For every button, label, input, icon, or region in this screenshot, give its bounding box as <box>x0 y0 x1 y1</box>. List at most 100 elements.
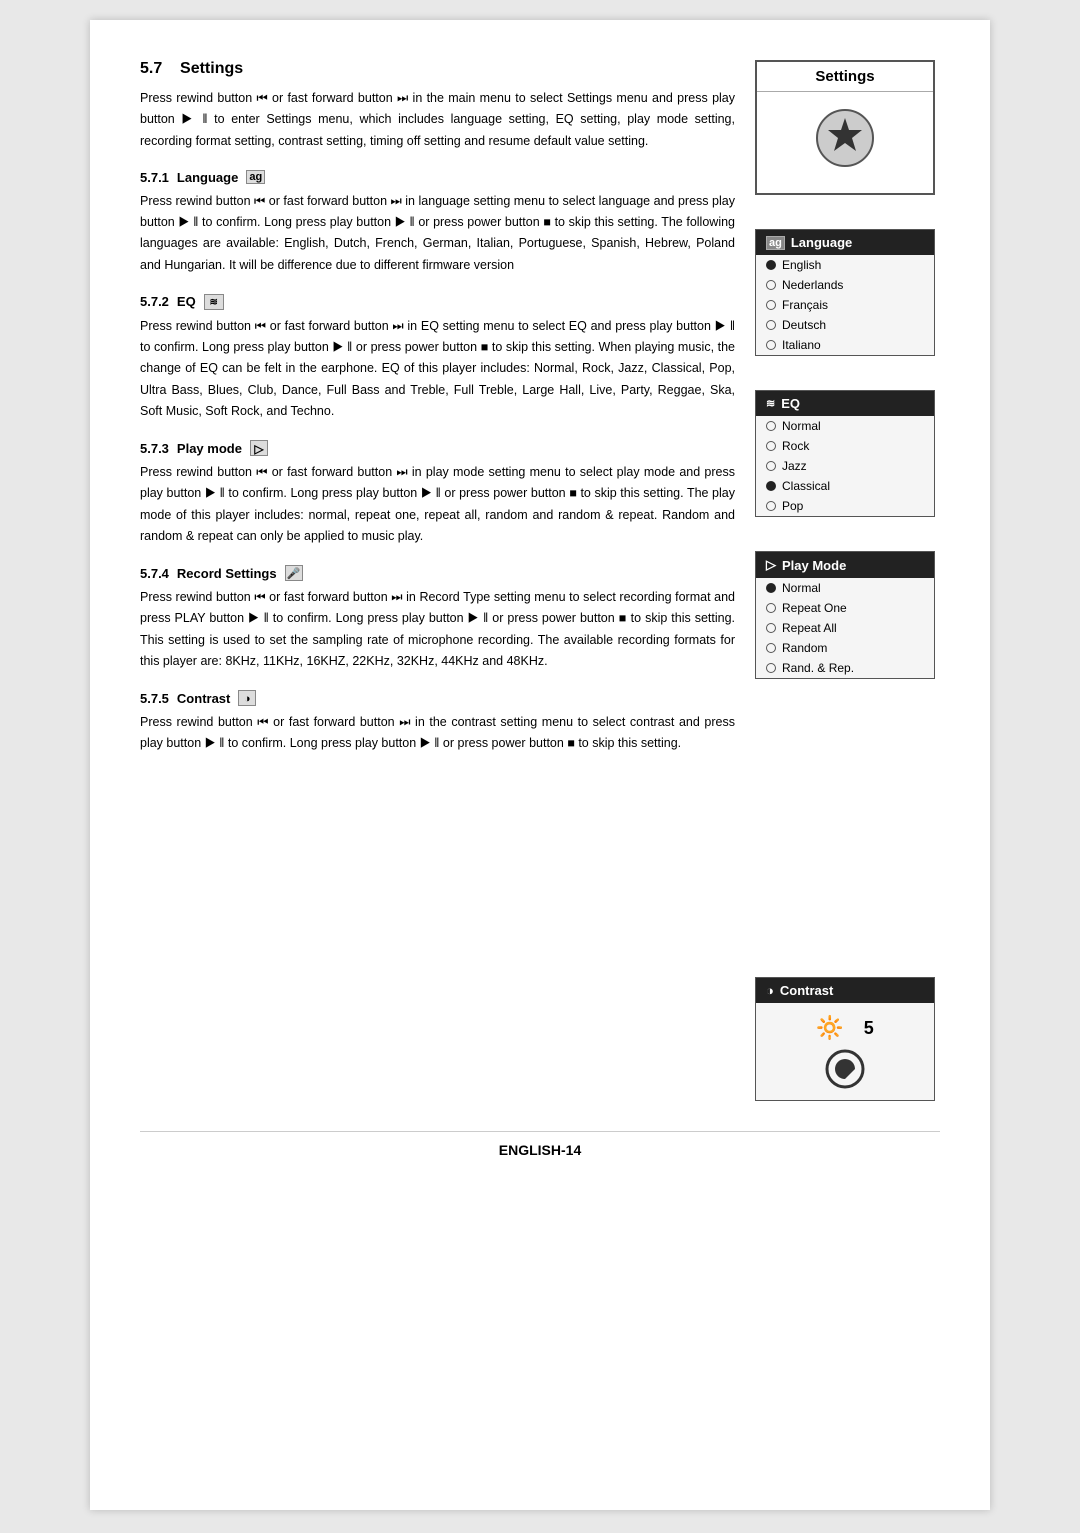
language-header-icon: ag <box>766 236 785 250</box>
right-column: Settings ag Language Engl <box>755 60 940 1101</box>
section-intro: Press rewind button ⏮ or fast forward bu… <box>140 88 735 152</box>
subsection-label-playmode: Play mode <box>177 441 242 456</box>
playmode-item-3: Random <box>756 638 934 658</box>
section-title: 5.7 Settings <box>140 60 735 78</box>
language-item-0: English <box>756 255 934 275</box>
eq-item-2: Jazz <box>756 456 934 476</box>
subsection-num-playmode: 5.7.3 <box>140 441 169 456</box>
section-5-7-1: 5.7.1 Language ag Press rewind button ⏮ … <box>140 170 735 276</box>
eq-label-3: Classical <box>782 479 830 493</box>
playmode-panel: ▷ Play Mode Normal Repeat One Repeat All <box>755 551 935 679</box>
playmode-icon: ▷ <box>250 440 268 456</box>
section-5-7-5: 5.7.5 Contrast ◑ Press rewind button ⏮ o… <box>140 690 735 755</box>
section-5-7-2: 5.7.2 EQ ≋ Press rewind button ⏮ or fast… <box>140 294 735 422</box>
radio-normal-play <box>766 583 776 593</box>
subsection-text-playmode: Press rewind button ⏮ or fast forward bu… <box>140 462 735 547</box>
section-5-7-4: 5.7.4 Record Settings 🎤 Press rewind but… <box>140 565 735 672</box>
settings-panel: Settings <box>755 60 935 195</box>
eq-panel-header: ≋ EQ <box>756 391 934 416</box>
language-label-1: Nederlands <box>782 278 843 292</box>
subsection-label-eq: EQ <box>177 294 196 309</box>
subsection-title-eq: 5.7.2 EQ ≋ <box>140 294 735 310</box>
radio-rock <box>766 441 776 451</box>
radio-nederlands <box>766 280 776 290</box>
footer-text: ENGLISH-14 <box>499 1142 581 1158</box>
radio-classical <box>766 481 776 491</box>
language-icon: ag <box>246 170 265 184</box>
radio-italiano <box>766 340 776 350</box>
subsection-label-contrast: Contrast <box>177 691 230 706</box>
contrast-value: 5 <box>864 1018 874 1039</box>
language-panel-title: Language <box>791 235 852 250</box>
subsection-label-language: Language <box>177 170 238 185</box>
subsection-text-eq: Press rewind button ⏮ or fast forward bu… <box>140 316 735 422</box>
playmode-panel-header: ▷ Play Mode <box>756 552 934 578</box>
language-item-4: Italiano <box>756 335 934 355</box>
radio-repeat-all <box>766 623 776 633</box>
playmode-item-1: Repeat One <box>756 598 934 618</box>
section-5-7: 5.7 Settings Press rewind button ⏮ or fa… <box>140 60 735 152</box>
language-panel-header: ag Language <box>756 230 934 255</box>
radio-jazz <box>766 461 776 471</box>
language-label-4: Italiano <box>782 338 821 352</box>
contrast-icon: ◑ <box>238 690 256 706</box>
subsection-text-record: Press rewind button ⏮ or fast forward bu… <box>140 587 735 672</box>
eq-label-2: Jazz <box>782 459 807 473</box>
subsection-num-record: 5.7.4 <box>140 566 169 581</box>
playmode-item-0: Normal <box>756 578 934 598</box>
contrast-icon-row: 🔆 5 <box>764 1015 926 1041</box>
language-item-2: Français <box>756 295 934 315</box>
settings-star-icon <box>815 108 875 168</box>
eq-item-0: Normal <box>756 416 934 436</box>
subsection-num-contrast: 5.7.5 <box>140 691 169 706</box>
playmode-label-4: Rand. & Rep. <box>782 661 854 675</box>
eq-panel: ≋ EQ Normal Rock Jazz Classical <box>755 390 935 517</box>
playmode-label-1: Repeat One <box>782 601 847 615</box>
language-panel: ag Language English Nederlands Français <box>755 229 935 356</box>
left-column: 5.7 Settings Press rewind button ⏮ or fa… <box>140 60 735 1101</box>
record-icon: 🎤 <box>285 565 303 581</box>
language-item-1: Nederlands <box>756 275 934 295</box>
playmode-item-4: Rand. & Rep. <box>756 658 934 678</box>
section-number: 5.7 <box>140 60 162 77</box>
subsection-label-record: Record Settings <box>177 566 277 581</box>
contrast-panel-title: Contrast <box>780 983 833 998</box>
eq-label-0: Normal <box>782 419 821 433</box>
playmode-label-0: Normal <box>782 581 821 595</box>
subsection-text-contrast: Press rewind button ⏮ or fast forward bu… <box>140 712 735 755</box>
radio-repeat-one <box>766 603 776 613</box>
settings-panel-icon <box>757 92 933 193</box>
section-heading: Settings <box>180 60 243 77</box>
playmode-item-2: Repeat All <box>756 618 934 638</box>
contrast-brightness-icon: 🔆 <box>816 1015 843 1041</box>
eq-header-icon: ≋ <box>766 397 775 410</box>
radio-english <box>766 260 776 270</box>
playmode-header-icon: ▷ <box>766 557 776 573</box>
language-item-3: Deutsch <box>756 315 934 335</box>
content-area: 5.7 Settings Press rewind button ⏮ or fa… <box>140 60 940 1101</box>
playmode-label-3: Random <box>782 641 827 655</box>
subsection-title-contrast: 5.7.5 Contrast ◑ <box>140 690 735 706</box>
contrast-c-icon <box>764 1049 926 1092</box>
language-label-3: Deutsch <box>782 318 826 332</box>
subsection-title-playmode: 5.7.3 Play mode ▷ <box>140 440 735 456</box>
subsection-title-record: 5.7.4 Record Settings 🎤 <box>140 565 735 581</box>
playmode-label-2: Repeat All <box>782 621 837 635</box>
page: 5.7 Settings Press rewind button ⏮ or fa… <box>90 20 990 1510</box>
eq-item-3: Classical <box>756 476 934 496</box>
footer: ENGLISH-14 <box>140 1131 940 1158</box>
radio-rand-rep <box>766 663 776 673</box>
eq-item-4: Pop <box>756 496 934 516</box>
eq-label-1: Rock <box>782 439 809 453</box>
radio-francais <box>766 300 776 310</box>
radio-normal-eq <box>766 421 776 431</box>
contrast-panel: ◑ Contrast 🔆 5 <box>755 977 935 1101</box>
subsection-num-eq: 5.7.2 <box>140 294 169 309</box>
contrast-body: 🔆 5 <box>756 1003 934 1100</box>
eq-label-4: Pop <box>782 499 803 513</box>
radio-random <box>766 643 776 653</box>
subsection-num-language: 5.7.1 <box>140 170 169 185</box>
radio-pop <box>766 501 776 511</box>
radio-deutsch <box>766 320 776 330</box>
settings-panel-title: Settings <box>757 62 933 92</box>
